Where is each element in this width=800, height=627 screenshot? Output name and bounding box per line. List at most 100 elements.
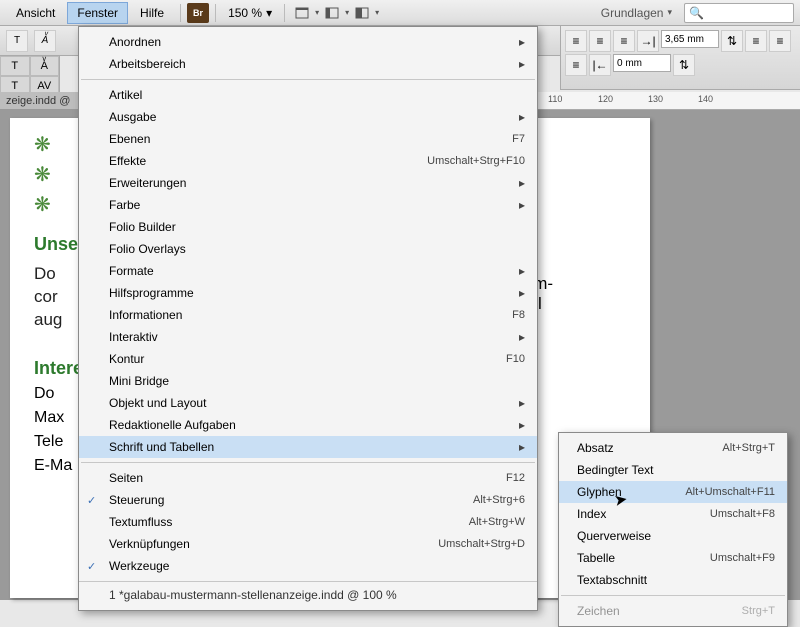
submenu-item-glyphen[interactable]: GlyphenAlt+Umschalt+F11 (559, 481, 787, 503)
submenu-item-label: Querverweise (577, 529, 775, 543)
menu-item-redaktionelle-aufgaben[interactable]: Redaktionelle Aufgaben▸ (79, 414, 537, 436)
submenu-item-absatz[interactable]: AbsatzAlt+Strg+T (559, 437, 787, 459)
view-mode-3-icon[interactable] (351, 3, 373, 23)
ruler-tick: 140 (698, 94, 713, 104)
menu-fenster[interactable]: Fenster (67, 2, 128, 24)
menu-item-werkzeuge[interactable]: ✓Werkzeuge (79, 555, 537, 577)
submenu-item-label: Zeichen (577, 604, 742, 618)
stepper-icon[interactable]: ⇅ (721, 30, 743, 52)
shortcut-label: Umschalt+Strg+D (438, 538, 525, 550)
shortcut-label: Alt+Strg+W (469, 516, 525, 528)
submenu-item-index[interactable]: IndexUmschalt+F8 (559, 503, 787, 525)
stepper-icon[interactable]: ⇅ (673, 54, 695, 76)
menu-item-interaktiv[interactable]: Interaktiv▸ (79, 326, 537, 348)
dropdown-arrow-icon: ▾ (315, 8, 319, 17)
menu-item-label: Textumfluss (109, 515, 469, 529)
submenu-item-label: Tabelle (577, 551, 710, 565)
submenu-arrow-icon: ▸ (519, 110, 525, 124)
submenu-arrow-icon: ▸ (519, 396, 525, 410)
flower-icon: ❋ (34, 192, 58, 216)
menu-item-effekte[interactable]: EffekteUmschalt+Strg+F10 (79, 150, 537, 172)
submenu-item-tabelle[interactable]: TabelleUmschalt+F9 (559, 547, 787, 569)
char-format-icon[interactable]: T (6, 30, 28, 52)
menu-item-folio-builder[interactable]: Folio Builder (79, 216, 537, 238)
menu-item-erweiterungen[interactable]: Erweiterungen▸ (79, 172, 537, 194)
menu-item-objekt-und-layout[interactable]: Objekt und Layout▸ (79, 392, 537, 414)
justify-right-icon[interactable]: ≡ (565, 54, 587, 76)
menu-item-ausgabe[interactable]: Ausgabe▸ (79, 106, 537, 128)
menu-item-folio-overlays[interactable]: Folio Overlays (79, 238, 537, 260)
menu-item-schrift-und-tabellen[interactable]: Schrift und Tabellen▸ (79, 436, 537, 458)
bridge-button[interactable]: Br (187, 3, 209, 23)
align-left-icon[interactable]: ≡ (565, 30, 587, 52)
menu-item-label: Informationen (109, 308, 512, 322)
menu-item-informationen[interactable]: InformationenF8 (79, 304, 537, 326)
align-right-icon[interactable]: ≡ (613, 30, 635, 52)
menu-item-label: Ausgabe (109, 110, 519, 124)
para-format-icon[interactable]: Aͮ (34, 30, 56, 52)
view-mode-1-icon[interactable] (291, 3, 313, 23)
shortcut-label: F7 (512, 133, 525, 145)
submenu-arrow-icon: ▸ (519, 418, 525, 432)
dropdown-arrow-icon: ▾ (375, 8, 379, 17)
open-document-entry[interactable]: 1 *galabau-mustermann-stellenanzeige.ind… (79, 581, 537, 606)
submenu-item-zeichen[interactable]: ZeichenStrg+T (559, 600, 787, 622)
char-panel-icon[interactable]: Aͮ (30, 56, 60, 76)
separator (215, 4, 216, 22)
menu-item-verkn-pfungen[interactable]: VerknüpfungenUmschalt+Strg+D (79, 533, 537, 555)
view-mode-2-icon[interactable] (321, 3, 343, 23)
menu-item-farbe[interactable]: Farbe▸ (79, 194, 537, 216)
align-center-icon[interactable]: ≡ (589, 30, 611, 52)
left-tool-stack: T Aͮ T AV (0, 56, 60, 96)
paragraph-panel: ≡ ≡ ≡ →| 3,65 mm ⇅ ≡ ≡ ≡ |← 0 mm ⇅ (560, 26, 800, 90)
workspace-switcher[interactable]: Grundlagen▾ (591, 2, 682, 24)
justify-left-icon[interactable]: ≡ (745, 30, 767, 52)
menu-item-kontur[interactable]: KonturF10 (79, 348, 537, 370)
submenu-item-label: Glyphen (577, 485, 685, 499)
menu-item-label: Seiten (109, 471, 506, 485)
menu-item-label: Objekt und Layout (109, 396, 519, 410)
shortcut-label: Alt+Strg+6 (473, 494, 525, 506)
menubar: Ansicht Fenster Hilfe Br 150 %▾ ▾ ▾ ▾ Gr… (0, 0, 800, 26)
menu-item-label: Arbeitsbereich (109, 57, 519, 71)
submenu-arrow-icon: ▸ (519, 198, 525, 212)
menu-item-steuerung[interactable]: ✓ SteuerungAlt+Strg+6 (79, 489, 537, 511)
document-tab[interactable]: zeige.indd @ (0, 92, 78, 110)
ruler-tick: 130 (648, 94, 663, 104)
menu-item-formate[interactable]: Formate▸ (79, 260, 537, 282)
menu-item-hilfsprogramme[interactable]: Hilfsprogramme▸ (79, 282, 537, 304)
type-tool-icon[interactable]: T (0, 56, 30, 76)
menu-item-label: Interaktiv (109, 330, 519, 344)
flower-icon: ❋ (34, 162, 58, 186)
menu-item-label: Verknüpfungen (109, 537, 438, 551)
check-icon: ✓ (87, 494, 96, 507)
search-icon: 🔍 (689, 6, 704, 20)
menu-item-label: Erweiterungen (109, 176, 519, 190)
indent-left-icon[interactable]: |← (589, 54, 611, 76)
menu-item-arbeitsbereich[interactable]: Arbeitsbereich▸ (79, 53, 537, 75)
indent-field-1[interactable]: 3,65 mm (661, 30, 719, 48)
fenster-menu: Anordnen▸Arbeitsbereich▸ArtikelAusgabe▸E… (78, 26, 538, 611)
menu-item-label: Steuerung (109, 493, 473, 507)
submenu-arrow-icon: ▸ (519, 440, 525, 454)
indent-field-2[interactable]: 0 mm (613, 54, 671, 72)
submenu-item-querverweise[interactable]: Querverweise (559, 525, 787, 547)
zoom-level[interactable]: 150 %▾ (222, 6, 278, 20)
menu-item-textumfluss[interactable]: TextumflussAlt+Strg+W (79, 511, 537, 533)
search-input[interactable]: 🔍 (684, 3, 794, 23)
menu-hilfe[interactable]: Hilfe (130, 2, 174, 24)
menu-item-artikel[interactable]: Artikel (79, 84, 537, 106)
menu-item-mini-bridge[interactable]: Mini Bridge (79, 370, 537, 392)
menu-item-seiten[interactable]: SeitenF12 (79, 467, 537, 489)
menu-item-ebenen[interactable]: EbenenF7 (79, 128, 537, 150)
submenu-item-textabschnitt[interactable]: Textabschnitt (559, 569, 787, 591)
indent-icon[interactable]: →| (637, 30, 659, 52)
menu-item-label: Folio Overlays (109, 242, 525, 256)
menu-item-label: Werkzeuge (109, 559, 525, 573)
menu-ansicht[interactable]: Ansicht (6, 2, 65, 24)
menu-item-label: Mini Bridge (109, 374, 525, 388)
menu-item-label: Anordnen (109, 35, 519, 49)
menu-item-anordnen[interactable]: Anordnen▸ (79, 31, 537, 53)
justify-center-icon[interactable]: ≡ (769, 30, 791, 52)
submenu-item-bedingter-text[interactable]: Bedingter Text (559, 459, 787, 481)
